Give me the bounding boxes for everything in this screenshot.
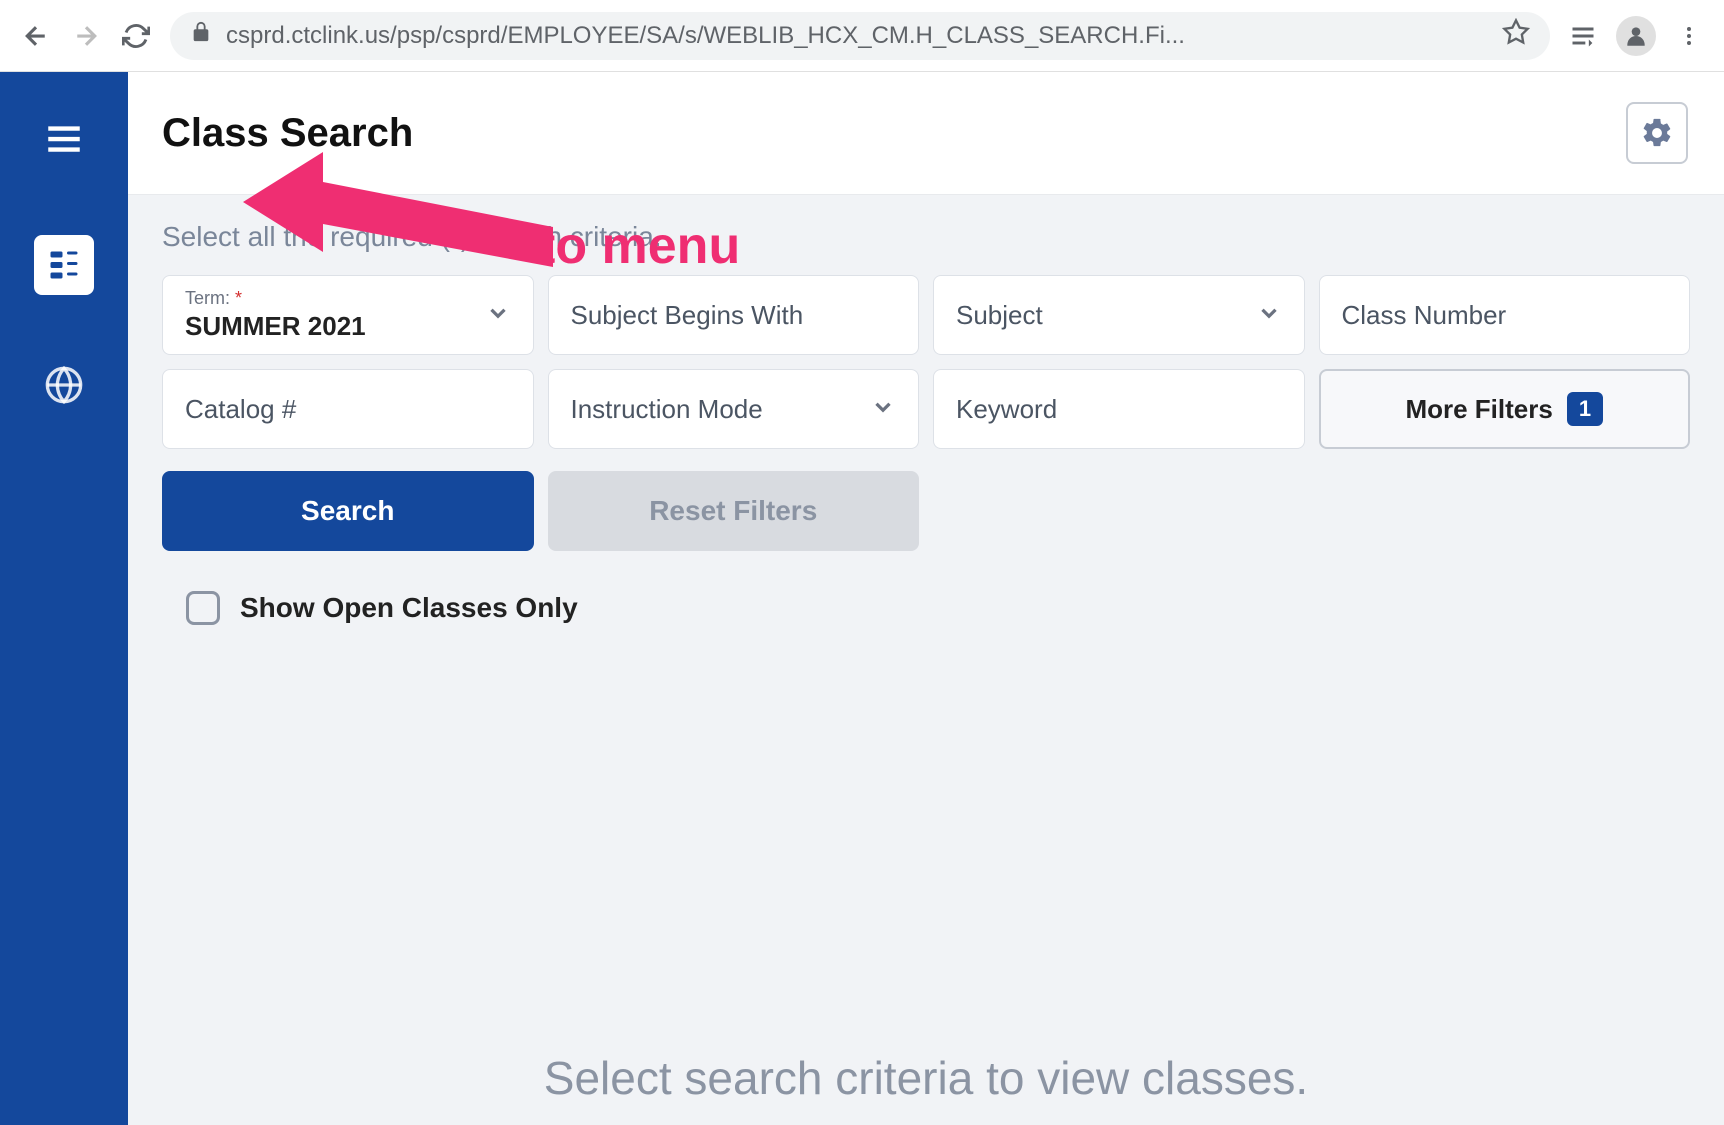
catalog-placeholder: Catalog # [185, 394, 296, 425]
page-header: Class Search [128, 72, 1724, 195]
subject-begins-input[interactable]: Subject Begins With [548, 275, 920, 355]
main-area: Class Search Select all the required (*)… [128, 72, 1724, 1125]
class-number-input[interactable]: Class Number [1319, 275, 1691, 355]
instruction-mode-select[interactable]: Instruction Mode [548, 369, 920, 449]
profile-avatar[interactable] [1616, 16, 1656, 56]
instruction-mode-placeholder: Instruction Mode [571, 394, 763, 425]
app-container: Class Search Select all the required (*)… [0, 72, 1724, 1125]
back-button[interactable] [20, 20, 52, 52]
reset-filters-button[interactable]: Reset Filters [548, 471, 920, 551]
term-select[interactable]: Term: * SUMMER 2021 [162, 275, 534, 355]
keyword-input[interactable]: Keyword [933, 369, 1305, 449]
more-filters-label: More Filters [1405, 394, 1552, 425]
chevron-down-icon [485, 300, 511, 331]
page-title: Class Search [162, 111, 413, 156]
subject-placeholder: Subject [956, 300, 1043, 331]
globe-icon[interactable] [44, 365, 84, 410]
term-label: Term: [185, 288, 230, 308]
term-required: * [235, 288, 242, 308]
action-button-row: Search Reset Filters [162, 471, 1690, 551]
more-filters-badge: 1 [1567, 392, 1603, 426]
forward-button[interactable] [70, 20, 102, 52]
subject-select[interactable]: Subject [933, 275, 1305, 355]
show-open-checkbox[interactable] [186, 591, 220, 625]
filter-grid: Term: * SUMMER 2021 Subject Begins With … [162, 275, 1690, 449]
lock-icon [190, 21, 212, 50]
empty-state-text: Select search criteria to view classes. [128, 1051, 1724, 1105]
url-text: csprd.ctclink.us/psp/csprd/EMPLOYEE/SA/s… [226, 22, 1488, 50]
sidebar [0, 72, 128, 1125]
sidebar-item-class-search[interactable] [34, 235, 94, 295]
content-area: Select all the required (*) search crite… [128, 195, 1724, 1125]
reload-button[interactable] [120, 20, 152, 52]
settings-button[interactable] [1626, 102, 1688, 164]
hamburger-menu-icon[interactable] [43, 118, 85, 165]
gear-icon [1640, 116, 1674, 150]
class-number-placeholder: Class Number [1342, 300, 1507, 331]
keyword-placeholder: Keyword [956, 394, 1057, 425]
reading-list-icon[interactable] [1568, 21, 1598, 51]
show-open-label: Show Open Classes Only [240, 592, 578, 624]
chevron-down-icon [1256, 300, 1282, 331]
kebab-menu-icon[interactable] [1674, 21, 1704, 51]
subject-begins-placeholder: Subject Begins With [571, 300, 804, 331]
chevron-down-icon [870, 394, 896, 425]
browser-toolbar: csprd.ctclink.us/psp/csprd/EMPLOYEE/SA/s… [0, 0, 1724, 72]
url-bar[interactable]: csprd.ctclink.us/psp/csprd/EMPLOYEE/SA/s… [170, 12, 1550, 60]
search-button[interactable]: Search [162, 471, 534, 551]
catalog-input[interactable]: Catalog # [162, 369, 534, 449]
show-open-row: Show Open Classes Only [162, 591, 1690, 625]
instructions-text: Select all the required (*) search crite… [162, 221, 1690, 253]
term-value: SUMMER 2021 [185, 311, 366, 342]
star-icon[interactable] [1502, 18, 1530, 53]
more-filters-button[interactable]: More Filters 1 [1319, 369, 1691, 449]
